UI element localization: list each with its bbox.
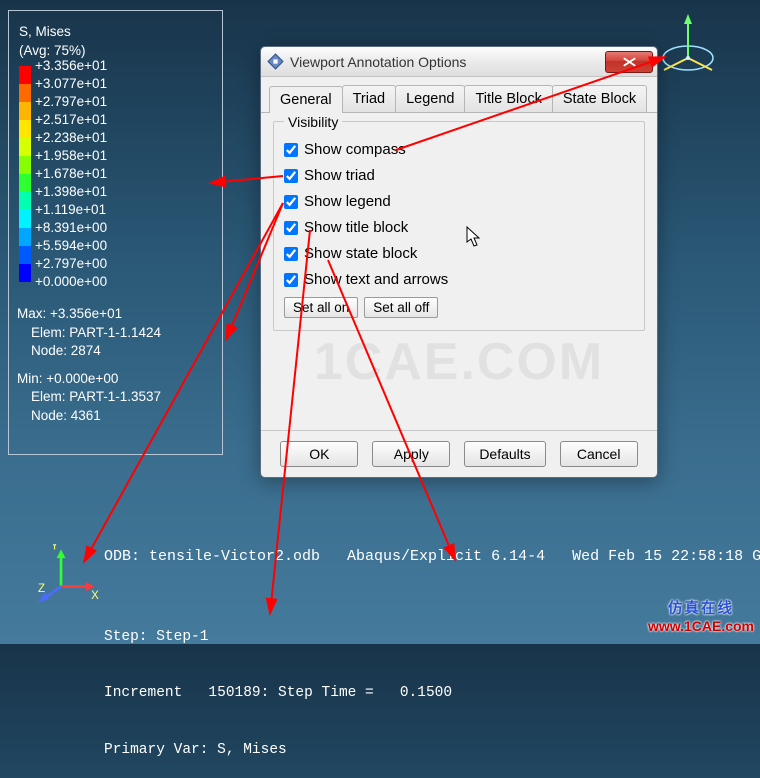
legend-panel: S, Mises (Avg: 75%) +3.356e+01+3.077e+01…	[8, 10, 223, 455]
check-show-triad-row[interactable]: Show triad	[284, 167, 634, 184]
legend-color-cell	[19, 174, 31, 192]
check-show-state-block-label: Show state block	[304, 245, 417, 262]
check-show-title-block[interactable]	[284, 221, 298, 235]
check-show-triad-label: Show triad	[304, 167, 375, 184]
legend-tick: +1.958e+01	[35, 147, 107, 165]
legend-tick: +8.391e+00	[35, 219, 107, 237]
tab-state-block[interactable]: State Block	[552, 85, 647, 112]
close-button[interactable]	[605, 51, 653, 73]
legend-color-cell	[19, 210, 31, 228]
legend-tick: +3.077e+01	[35, 75, 107, 93]
tab-triad[interactable]: Triad	[342, 85, 397, 112]
cancel-button[interactable]: Cancel	[560, 441, 638, 467]
legend-tick: +2.797e+00	[35, 255, 107, 273]
legend-color-column	[19, 66, 31, 282]
check-show-triad[interactable]	[284, 169, 298, 183]
compass-icon	[656, 12, 720, 76]
set-all-on-button[interactable]: Set all on	[284, 297, 358, 318]
dialog-titlebar[interactable]: Viewport Annotation Options	[261, 47, 657, 77]
check-show-compass[interactable]	[284, 143, 298, 157]
legend-tick: +1.119e+01	[35, 201, 107, 219]
visibility-group-label: Visibility	[284, 114, 342, 130]
legend-extrema: Max: +3.356e+01 Elem: PART-1-1.1424 Node…	[17, 305, 214, 424]
dialog-tabstrip: General Triad Legend Title Block State B…	[261, 77, 657, 113]
legend-tick: +0.000e+00	[35, 273, 107, 291]
legend-min-elem: Elem: PART-1-1.3537	[31, 388, 214, 406]
legend-color-cell	[19, 120, 31, 138]
legend-tick: +1.678e+01	[35, 165, 107, 183]
legend-min-node: Node: 4361	[31, 407, 214, 425]
legend-color-cell	[19, 246, 31, 264]
state-primary-var: Primary Var: S, Mises	[104, 741, 452, 760]
check-show-legend[interactable]	[284, 195, 298, 209]
legend-variable: S, Mises	[19, 23, 214, 41]
axis-x-label: X	[91, 590, 99, 602]
dialog-watermark: 1CAE.COM	[314, 332, 604, 392]
legend-color-cell	[19, 156, 31, 174]
legend-tick: +5.594e+00	[35, 237, 107, 255]
viewport-annotation-dialog: Viewport Annotation Options General Tria…	[260, 46, 658, 478]
state-increment: Increment 150189: Step Time = 0.1500	[104, 684, 452, 703]
axis-z-label: Z	[38, 583, 45, 595]
page-watermark: 仿真在线 www.1CAE.com	[648, 601, 754, 635]
check-show-text-arrows-row[interactable]: Show text and arrows	[284, 271, 634, 288]
watermark-url: www.1CAE.com	[648, 618, 754, 635]
legend-max-node: Node: 2874	[31, 342, 214, 360]
check-show-state-block-row[interactable]: Show state block	[284, 245, 634, 262]
tab-general[interactable]: General	[269, 86, 343, 113]
legend-color-cell	[19, 228, 31, 246]
watermark-cn: 仿真在线	[648, 601, 754, 618]
legend-color-cell	[19, 66, 31, 84]
check-show-compass-label: Show compass	[304, 141, 406, 158]
defaults-button[interactable]: Defaults	[464, 441, 545, 467]
check-show-title-block-row[interactable]: Show title block	[284, 219, 634, 236]
legend-tick: +3.356e+01	[35, 57, 107, 75]
dialog-button-row: OK Apply Defaults Cancel	[261, 430, 657, 477]
tab-legend[interactable]: Legend	[395, 85, 465, 112]
tab-body-general: Visibility Show compass Show triad Show …	[261, 113, 657, 339]
legend-tick: +2.517e+01	[35, 111, 107, 129]
check-show-text-arrows[interactable]	[284, 273, 298, 287]
ok-button[interactable]: OK	[280, 441, 358, 467]
app-icon	[267, 53, 284, 70]
legend-color-cell	[19, 138, 31, 156]
legend-tick: +1.398e+01	[35, 183, 107, 201]
legend-min: Min: +0.000e+00	[17, 370, 214, 388]
title-block: ODB: tensile-Victor2.odb Abaqus/Explicit…	[104, 548, 760, 565]
check-show-legend-label: Show legend	[304, 193, 391, 210]
check-show-legend-row[interactable]: Show legend	[284, 193, 634, 210]
dialog-title: Viewport Annotation Options	[290, 54, 605, 70]
legend-bar: +3.356e+01+3.077e+01+2.797e+01+2.517e+01…	[19, 66, 214, 291]
state-block: Step: Step-1 Increment 150189: Step Time…	[104, 590, 452, 778]
check-show-compass-row[interactable]: Show compass	[284, 141, 634, 158]
legend-color-cell	[19, 192, 31, 210]
legend-max: Max: +3.356e+01	[17, 305, 214, 323]
legend-color-cell	[19, 264, 31, 282]
apply-button[interactable]: Apply	[372, 441, 450, 467]
tab-title-block[interactable]: Title Block	[464, 85, 552, 112]
legend-color-cell	[19, 84, 31, 102]
set-all-off-button[interactable]: Set all off	[364, 297, 438, 318]
check-show-text-arrows-label: Show text and arrows	[304, 271, 448, 288]
triad-icon: Y X Z	[38, 544, 100, 606]
check-show-title-block-label: Show title block	[304, 219, 408, 236]
visibility-group: Visibility Show compass Show triad Show …	[273, 121, 645, 331]
axis-y-label: Y	[51, 544, 59, 552]
legend-color-cell	[19, 102, 31, 120]
close-icon	[621, 56, 638, 68]
check-show-state-block[interactable]	[284, 247, 298, 261]
legend-max-elem: Elem: PART-1-1.1424	[31, 324, 214, 342]
legend-ticks-column: +3.356e+01+3.077e+01+2.797e+01+2.517e+01…	[35, 57, 107, 291]
legend-tick: +2.238e+01	[35, 129, 107, 147]
legend-tick: +2.797e+01	[35, 93, 107, 111]
